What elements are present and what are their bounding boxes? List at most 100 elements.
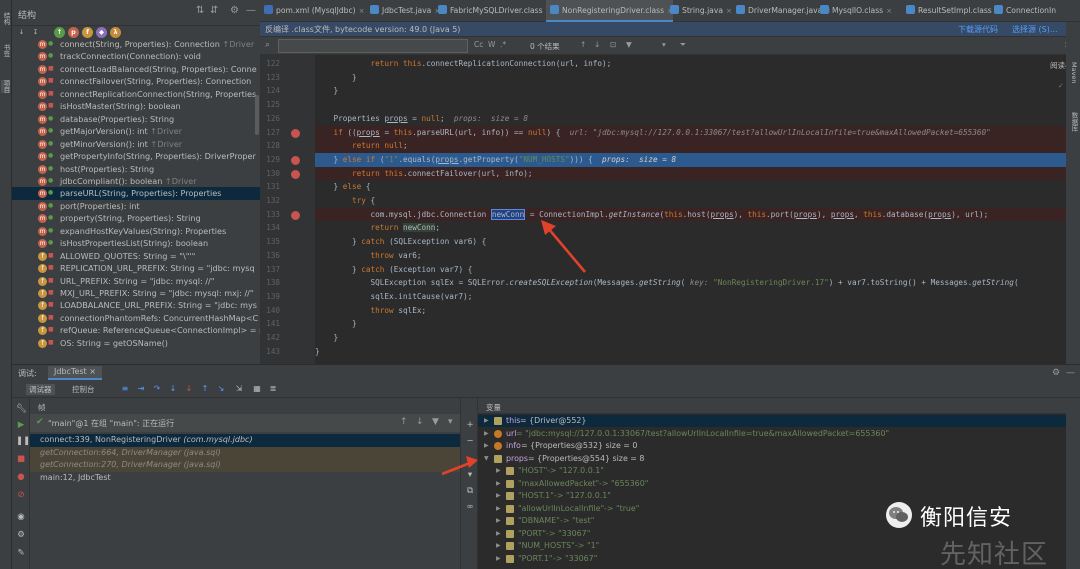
debugger-subtab[interactable]: 调试器 bbox=[26, 384, 55, 395]
editor-tab[interactable]: FabricMySQLDriver.class× bbox=[434, 0, 551, 22]
wrench-icon[interactable]: 🔧︎ bbox=[16, 404, 27, 414]
structure-item[interactable]: m ● getMajorVersion(): int ↑Driver bbox=[12, 125, 260, 138]
expand-all-icon[interactable]: ⇅ bbox=[196, 6, 204, 16]
pin-icon[interactable]: ✎ bbox=[16, 548, 26, 558]
editor-tab[interactable]: ResultSetImpl.class× bbox=[902, 0, 1001, 22]
structure-item[interactable]: m ● getMinorVersion(): int ↑Driver bbox=[12, 138, 260, 151]
search-input[interactable] bbox=[278, 39, 468, 53]
minimize-icon[interactable]: — bbox=[1066, 368, 1075, 378]
glasses-icon[interactable]: ∞ bbox=[465, 502, 475, 512]
select-all-icon[interactable]: ⊡ bbox=[610, 40, 616, 49]
expand-arrow-icon[interactable]: ▶ bbox=[496, 540, 501, 552]
editor-tab[interactable]: ConnectionIn bbox=[990, 0, 1056, 22]
breakpoint-icon[interactable] bbox=[291, 155, 300, 165]
download-sources-link[interactable]: 下载源代码 bbox=[958, 24, 998, 35]
console-subtab[interactable]: 控制台 bbox=[72, 384, 95, 395]
force-step-into-icon[interactable]: ↓ bbox=[184, 383, 194, 394]
breakpoint-icon[interactable] bbox=[291, 128, 300, 138]
stack-frame[interactable]: connect:339, NonRegisteringDriver (com.m… bbox=[30, 434, 460, 447]
collapse-arrow-icon[interactable]: ▼ bbox=[484, 453, 489, 465]
tool-maven-tab[interactable]: Maven bbox=[1069, 62, 1078, 84]
structure-item[interactable]: m ● jdbcCompliant(): boolean ↑Driver bbox=[12, 175, 260, 188]
expand-arrow-icon[interactable]: ▶ bbox=[496, 465, 501, 477]
structure-item[interactable]: f ■ URL_PREFIX: String = "jdbc: mysql: //" bbox=[12, 275, 260, 288]
expand-arrow-icon[interactable]: ▶ bbox=[496, 553, 501, 565]
structure-item[interactable]: f ■ REPLICATION_URL_PREFIX: String = "jdbc… bbox=[12, 262, 260, 275]
frame-up-icon[interactable]: ↑ bbox=[400, 417, 408, 427]
step-into-icon[interactable]: ↓ bbox=[168, 383, 178, 394]
code-editor[interactable]: return this.connectReplicationConnection… bbox=[315, 55, 1080, 365]
close-tab-icon[interactable]: × bbox=[726, 7, 732, 15]
close-tab-icon[interactable]: × bbox=[886, 7, 892, 15]
prev-match-icon[interactable]: ↑ bbox=[580, 40, 586, 49]
run-to-cursor-icon[interactable]: ⇲ bbox=[234, 383, 244, 394]
match-case-button[interactable]: Cc bbox=[474, 40, 483, 49]
structure-item[interactable]: f ■ ALLOWED_QUOTES: String = "\"'" bbox=[12, 250, 260, 263]
structure-item[interactable]: m ■ connectLoadBalanced(String, Properties… bbox=[12, 63, 260, 76]
structure-item[interactable]: m ● isHostPropertiesList(String): boolean bbox=[12, 237, 260, 250]
structure-item[interactable]: m ● property(String, Properties): String bbox=[12, 212, 260, 225]
variable-row[interactable]: ▶ url = "jdbc:mysql://127.0.0.1:33067/tes… bbox=[478, 428, 1066, 440]
whole-words-button[interactable]: W bbox=[488, 40, 495, 49]
show-fields-icon[interactable]: f bbox=[82, 27, 93, 38]
editor-tab[interactable]: JdbcTest.java× bbox=[366, 0, 440, 22]
remove-watch-icon[interactable]: − bbox=[465, 436, 475, 446]
filter-icon[interactable]: ▼ bbox=[432, 417, 439, 427]
editor-tab[interactable]: pom.xml (MysqlJdbc) × bbox=[260, 0, 364, 22]
tool-bookmarks-tab[interactable]: 书签 bbox=[1, 44, 10, 57]
close-tab-icon[interactable]: × bbox=[359, 7, 365, 15]
resume-icon[interactable]: ▶ bbox=[16, 420, 26, 430]
structure-item[interactable]: f ■ OS: String = getOSName() bbox=[12, 337, 260, 350]
show-execution-point-icon[interactable]: ⇥ bbox=[136, 383, 146, 394]
structure-item[interactable]: m ● database(Properties): String bbox=[12, 113, 260, 126]
structure-item[interactable]: m ● connect(String, Properties): Connectio… bbox=[12, 38, 260, 51]
structure-item[interactable]: m ■ isHostMaster(String): boolean bbox=[12, 100, 260, 113]
move-down-icon[interactable]: ▾ bbox=[465, 470, 475, 480]
step-over-icon[interactable]: ↷ bbox=[152, 383, 162, 394]
regex-button[interactable]: .* bbox=[500, 40, 506, 49]
copy-icon[interactable]: ⧉ bbox=[465, 486, 475, 496]
editor-tab[interactable]: MysqlIO.class × bbox=[816, 0, 892, 22]
tool-structure-tab[interactable]: 结构 bbox=[1, 12, 10, 25]
variable-row[interactable]: ▶ "HOST" -> "127.0.0.1" bbox=[478, 465, 1066, 477]
structure-item[interactable]: m ● expandHostKeyValues(String): Propertie… bbox=[12, 225, 260, 238]
expand-arrow-icon[interactable]: ▶ bbox=[484, 428, 489, 440]
structure-item[interactable]: f ■ connectionPhantomRefs: ConcurrentHashM… bbox=[12, 312, 260, 325]
thread-selector[interactable]: ✔ "main"@1 在组 "main": 正在运行 ↑ ↓ ▼ ▾ bbox=[30, 414, 460, 432]
structure-item[interactable]: m ■ connectFailover(String, Properties): C… bbox=[12, 75, 260, 88]
editor-tab[interactable]: NonRegisteringDriver.class× bbox=[546, 0, 673, 22]
variable-row[interactable]: ▶ this = {Driver@552} bbox=[478, 415, 1066, 428]
layout-icon[interactable]: ≡ bbox=[120, 383, 130, 394]
debug-session-tab[interactable]: JdbcTest × bbox=[48, 366, 102, 380]
structure-item[interactable]: m ● port(Properties): int bbox=[12, 200, 260, 213]
gear-icon[interactable]: ⚙ bbox=[1052, 368, 1060, 378]
breakpoint-icon[interactable] bbox=[291, 169, 300, 179]
breakpoint-icon[interactable] bbox=[291, 210, 300, 220]
structure-item[interactable]: m ■ connectReplicationConnection(String, P… bbox=[12, 88, 260, 101]
structure-item[interactable]: m ● trackConnection(Connection): void bbox=[12, 50, 260, 63]
dropdown-icon[interactable]: ▾ bbox=[448, 417, 453, 427]
structure-item[interactable]: m ● host(Properties): String bbox=[12, 163, 260, 176]
variable-row[interactable]: ▶ "maxAllowedPacket" -> "655360" bbox=[478, 478, 1066, 490]
multiline-icon[interactable]: ▾ bbox=[662, 40, 666, 49]
camera-icon[interactable]: ◉ bbox=[16, 512, 26, 522]
step-out-icon[interactable]: ↑ bbox=[200, 383, 210, 394]
stack-frame[interactable]: main:12, JdbcTest bbox=[30, 472, 460, 485]
next-match-icon[interactable]: ↓ bbox=[594, 40, 600, 49]
structure-item[interactable]: f ■ LOADBALANCE_URL_PREFIX: String = "jdbc… bbox=[12, 299, 260, 312]
show-inherited-icon[interactable]: ↑ bbox=[54, 27, 65, 38]
structure-item[interactable]: f ■ MXJ_URL_PREFIX: String = "jdbc: mysql:… bbox=[12, 287, 260, 300]
pause-icon[interactable]: ❚❚ bbox=[16, 436, 30, 446]
show-properties-icon[interactable]: p bbox=[68, 27, 79, 38]
add-watch-icon[interactable]: + bbox=[465, 420, 475, 430]
stop-icon[interactable]: ■ bbox=[16, 454, 26, 464]
gear-icon[interactable]: ⚙ bbox=[230, 6, 239, 16]
choose-sources-link[interactable]: 选择源 (S)... bbox=[1012, 24, 1058, 35]
show-lambdas-icon[interactable]: λ bbox=[110, 27, 121, 38]
structure-item[interactable]: f ■ refQueue: ReferenceQueue<ConnectionImp… bbox=[12, 324, 260, 337]
stack-frame[interactable]: getConnection:664, DriverManager (java.s… bbox=[30, 446, 460, 460]
structure-scrollbar[interactable] bbox=[255, 95, 259, 135]
evaluate-icon[interactable]: ▦ bbox=[252, 383, 262, 394]
structure-item[interactable]: m ● getPropertyInfo(String, Properties): D… bbox=[12, 150, 260, 163]
sort-alpha-icon[interactable]: ↓ bbox=[16, 27, 27, 38]
